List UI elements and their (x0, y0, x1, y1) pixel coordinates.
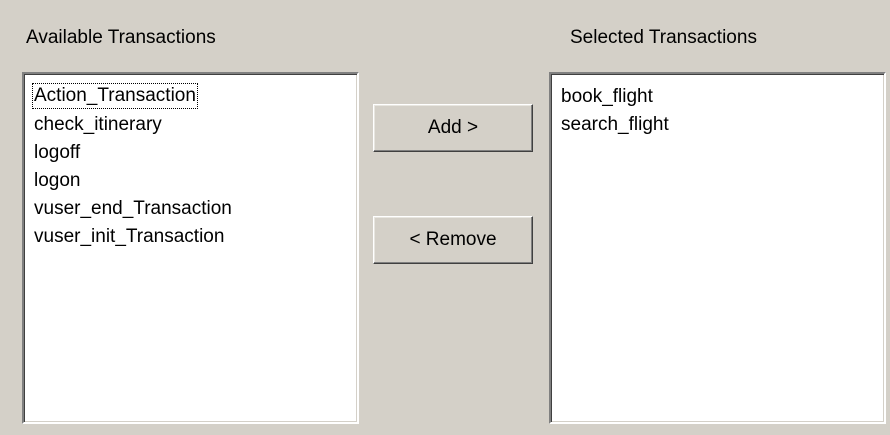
selected-transactions-label: Selected Transactions (570, 27, 757, 48)
list-item[interactable]: search_flight (559, 111, 884, 139)
list-item[interactable]: logon (32, 167, 357, 195)
available-transactions-listbox[interactable]: Action_Transaction check_itinerary logof… (22, 72, 359, 424)
transactions-dialog: Available Transactions Selected Transact… (0, 0, 890, 435)
list-item[interactable]: book_flight (559, 83, 884, 111)
add-button[interactable]: Add > (373, 104, 533, 152)
remove-button[interactable]: < Remove (373, 216, 533, 264)
list-item[interactable]: logoff (32, 139, 357, 167)
list-item[interactable]: vuser_end_Transaction (32, 195, 357, 223)
available-transactions-label: Available Transactions (26, 27, 216, 48)
list-item[interactable]: check_itinerary (32, 111, 357, 139)
selected-transactions-listbox[interactable]: book_flight search_flight (549, 72, 886, 424)
list-item[interactable]: vuser_init_Transaction (32, 223, 357, 251)
list-item[interactable]: Action_Transaction (32, 83, 198, 109)
